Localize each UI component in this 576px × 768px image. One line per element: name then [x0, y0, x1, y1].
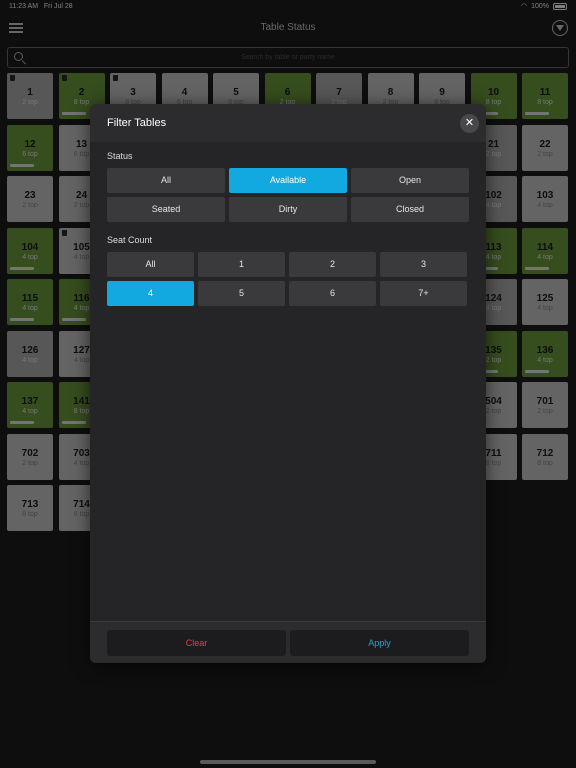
- seat-count-section-label: Seat Count: [107, 235, 153, 245]
- close-button[interactable]: ✕: [460, 114, 479, 133]
- seat-option-all[interactable]: All: [107, 252, 194, 277]
- seat-option-7plus[interactable]: 7+: [380, 281, 467, 306]
- seat-option-4[interactable]: 4: [107, 281, 194, 306]
- seat-option-1[interactable]: 1: [198, 252, 285, 277]
- home-indicator: [200, 760, 376, 764]
- status-option-all[interactable]: All: [107, 168, 225, 193]
- seat-option-5[interactable]: 5: [198, 281, 285, 306]
- seat-option-3[interactable]: 3: [380, 252, 467, 277]
- status-option-dirty[interactable]: Dirty: [229, 197, 347, 222]
- apply-button[interactable]: Apply: [290, 630, 469, 656]
- modal-header: Filter Tables ✕: [90, 104, 486, 142]
- status-option-open[interactable]: Open: [351, 168, 469, 193]
- status-option-available[interactable]: Available: [229, 168, 347, 193]
- status-option-closed[interactable]: Closed: [351, 197, 469, 222]
- seat-option-2[interactable]: 2: [289, 252, 376, 277]
- modal-footer: Clear Apply: [90, 621, 486, 663]
- close-icon: ✕: [464, 117, 475, 129]
- clear-button[interactable]: Clear: [107, 630, 286, 656]
- seat-option-6[interactable]: 6: [289, 281, 376, 306]
- filter-modal: Filter Tables ✕ Status All Available Open S…: [90, 104, 486, 663]
- modal-title: Filter Tables: [107, 117, 167, 129]
- status-option-seated[interactable]: Seated: [107, 197, 225, 222]
- status-section-label: Status: [107, 151, 133, 161]
